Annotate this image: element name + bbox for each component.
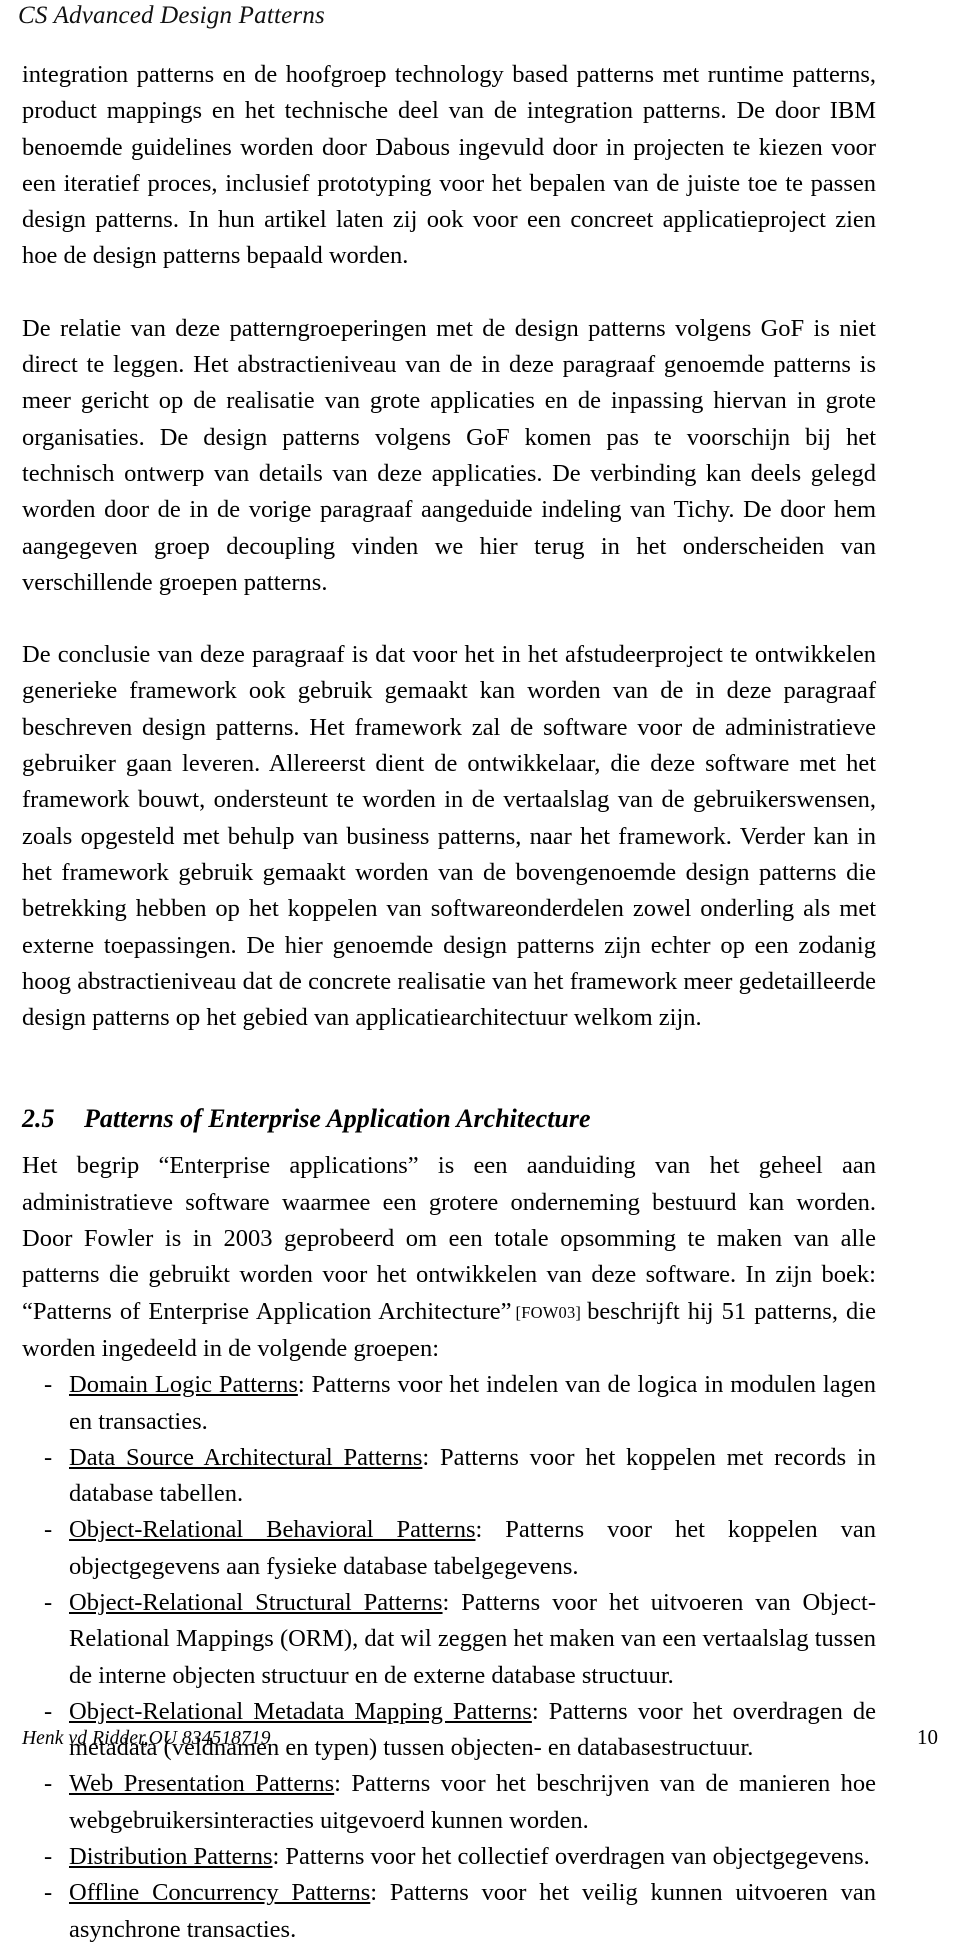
paragraph-conclusie: De conclusie van deze paragraaf is dat v… <box>22 641 876 1032</box>
paragraph-relatie-patterngroeperingen: De relatie van deze patterngroeperingen … <box>22 314 876 596</box>
running-header-title: CS Advanced Design Patterns <box>18 2 325 29</box>
list-item: - Domain Logic Patterns: Patterns voor he… <box>22 1367 876 1440</box>
page-footer: Henk vd Ridder,OU 834518719 10 <box>22 1725 938 1750</box>
list-item-term: Offline Concurrency Patterns <box>69 1879 371 1907</box>
dash-bullet-icon: - <box>44 1879 53 1907</box>
list-item-term: Data Source Architectural Patterns <box>69 1443 423 1471</box>
footer-page-number: 10 <box>917 1725 938 1749</box>
dash-bullet-icon: - <box>44 1770 53 1798</box>
heading-spacer <box>22 1136 876 1148</box>
document-page: CS Advanced Design Patterns integration … <box>0 0 960 1943</box>
paragraph-integration-patterns: integration patterns en de hoofgroep tec… <box>22 61 876 270</box>
dash-bullet-icon: - <box>44 1443 53 1471</box>
document-body: integration patterns en de hoofgroep tec… <box>22 57 876 1948</box>
list-item: - Data Source Architectural Patterns: Pat… <box>22 1440 876 1513</box>
dash-bullet-icon: - <box>44 1516 53 1544</box>
list-item-term: Object-Relational Structural Patterns <box>69 1588 443 1616</box>
list-item-term: Object-Relational Metadata Mapping Patte… <box>69 1697 532 1725</box>
list-item-term: Web Presentation Patterns <box>69 1770 335 1798</box>
pattern-groups-list: - Domain Logic Patterns: Patterns voor he… <box>22 1367 876 1948</box>
dash-bullet-icon: - <box>44 1843 53 1871</box>
list-item-description: : Patterns voor het collectief overdrage… <box>272 1843 870 1871</box>
paragraph-enterprise-intro: Het begrip “Enterprise applications” is … <box>22 1148 876 1367</box>
list-item: - Distribution Patterns: Patterns voor he… <box>22 1839 876 1875</box>
list-item-term: Object-Relational Behavioral Patterns <box>69 1516 476 1544</box>
citation-reference: [FOW03] <box>515 1302 582 1322</box>
dash-bullet-icon: - <box>44 1371 53 1399</box>
section-heading: 2.5 Patterns of Enterprise Application A… <box>22 1102 876 1136</box>
dash-bullet-icon: - <box>44 1588 53 1616</box>
list-item: - Object-Relational Structural Patterns: … <box>22 1585 876 1694</box>
list-item-term: Domain Logic Patterns <box>69 1371 298 1399</box>
list-item-term: Distribution Patterns <box>69 1843 273 1871</box>
list-item: - Offline Concurrency Patterns: Patterns … <box>22 1875 876 1948</box>
footer-author: Henk vd Ridder,OU 834518719 <box>22 1728 271 1749</box>
list-item: - Object-Relational Behavioral Patterns: … <box>22 1512 876 1585</box>
section-title: Patterns of Enterprise Application Archi… <box>84 1104 591 1134</box>
section-number: 2.5 <box>22 1104 55 1134</box>
list-item: - Web Presentation Patterns: Patterns voo… <box>22 1766 876 1839</box>
